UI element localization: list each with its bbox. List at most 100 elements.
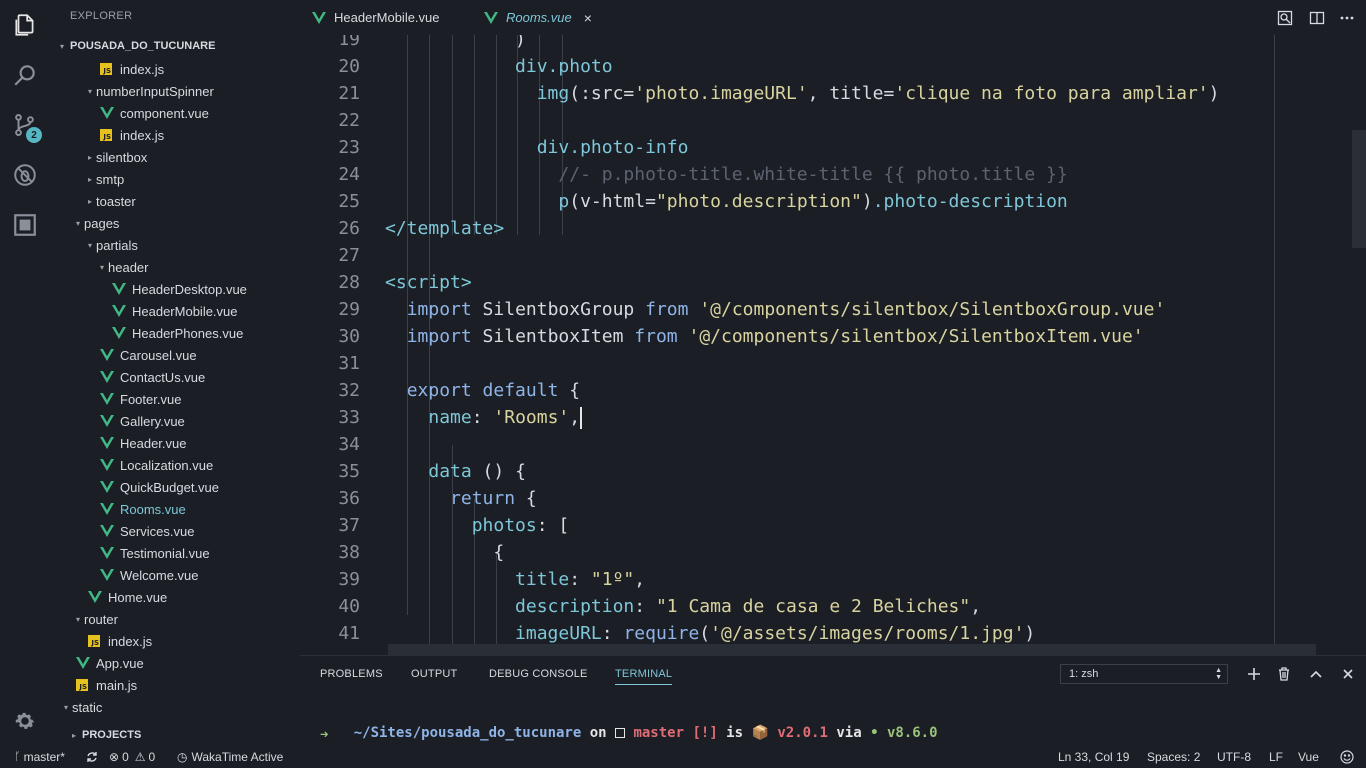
tree-file[interactable]: App.vue	[50, 652, 300, 674]
vue-file-icon	[88, 591, 102, 603]
code-text: )	[385, 35, 526, 53]
chevron-up-icon[interactable]	[1306, 664, 1326, 684]
tree-file[interactable]: JS index.js	[50, 58, 300, 80]
tree-file[interactable]: QuickBudget.vue	[50, 476, 300, 498]
code-line: 34	[300, 431, 1300, 458]
tree-file[interactable]: JS index.js	[50, 124, 300, 146]
tree-folder[interactable]: ▾ static	[50, 696, 300, 718]
code-token: (:src=	[569, 83, 635, 104]
tree-folder[interactable]: ▾ router	[50, 608, 300, 630]
code-line: 33 name: 'Rooms',	[300, 404, 1300, 431]
cursor-position[interactable]: Ln 33, Col 19	[1058, 746, 1129, 768]
git-branch-status[interactable]: ᚴ master*	[14, 746, 65, 768]
problems-status[interactable]: ⊗ 0 ⚠ 0	[109, 746, 155, 768]
tab-problems[interactable]: PROBLEMS	[320, 656, 383, 691]
split-editor-icon[interactable]	[1307, 8, 1327, 28]
chevron-down-icon: ▾	[75, 614, 80, 624]
source-control-icon[interactable]: 2	[0, 100, 50, 150]
tree-file[interactable]: Services.vue	[50, 520, 300, 542]
debug-icon[interactable]	[0, 150, 50, 200]
horizontal-scrollbar[interactable]	[388, 644, 1316, 655]
clock-icon: ◷	[177, 750, 188, 764]
code-line: 25 p(v-html="photo.description").photo-d…	[300, 188, 1300, 215]
tab-debug-console[interactable]: DEBUG CONSOLE	[489, 656, 588, 691]
open-preview-icon[interactable]	[1275, 8, 1295, 28]
tree-folder[interactable]: ▾ pages	[50, 212, 300, 234]
tree-file[interactable]: Localization.vue	[50, 454, 300, 476]
tree-file[interactable]: HeaderMobile.vue	[50, 300, 300, 322]
code-line: 41 imageURL: require('@/assets/images/ro…	[300, 620, 1300, 647]
tree-file[interactable]: component.vue	[50, 102, 300, 124]
tree-file[interactable]: Welcome.vue	[50, 564, 300, 586]
extensions-icon[interactable]	[0, 200, 50, 250]
explorer-icon[interactable]	[0, 0, 50, 50]
code-line: 32 export default {	[300, 377, 1300, 404]
smiley-feedback-icon[interactable]	[1340, 746, 1354, 768]
terminal-branch: master	[625, 725, 685, 741]
new-terminal-icon[interactable]	[1244, 664, 1264, 684]
tree-item-label: toaster	[96, 193, 136, 209]
tab-headermobile[interactable]: HeaderMobile.vue	[312, 0, 440, 35]
close-panel-icon[interactable]	[1338, 664, 1358, 684]
code-token: title	[515, 569, 570, 590]
code-text: description: "1 Cama de casa e 2 Beliche…	[385, 593, 981, 620]
tree-item-label: Rooms.vue	[120, 501, 186, 517]
code-token: ,	[970, 596, 982, 617]
vue-file-icon	[100, 525, 114, 537]
code-text: export default {	[385, 377, 580, 404]
js-file-icon: JS	[88, 635, 100, 647]
tree-folder[interactable]: ▸ silentbox	[50, 146, 300, 168]
tree-file[interactable]: Gallery.vue	[50, 410, 300, 432]
terminal-select-value: 1: zsh	[1069, 668, 1099, 680]
tree-file[interactable]: Rooms.vue	[50, 498, 300, 520]
code-token: data	[428, 461, 472, 482]
more-actions-icon[interactable]	[1337, 8, 1357, 28]
tree-file[interactable]: JS index.js	[50, 630, 300, 652]
tree-file[interactable]: Header.vue	[50, 432, 300, 454]
code-token: div.photo-info	[536, 137, 689, 158]
tree-folder[interactable]: ▾ numberInputSpinner	[50, 80, 300, 102]
wakatime-label: WakaTime Active	[191, 750, 284, 764]
tree-file[interactable]: ContactUs.vue	[50, 366, 300, 388]
code-editor[interactable]: 19 ) 20 div.photo 21 img(:src='photo.image…	[300, 35, 1366, 655]
tree-folder[interactable]: ▸ toaster	[50, 190, 300, 212]
tree-file[interactable]: Testimonial.vue	[50, 542, 300, 564]
tree-file[interactable]: JS main.js	[50, 674, 300, 696]
code-text: p(v-html="photo.description").photo-desc…	[385, 188, 1067, 215]
language-mode[interactable]: Vue	[1298, 746, 1319, 768]
tab-output[interactable]: OUTPUT	[411, 656, 457, 691]
code-token: "photo.description"	[655, 191, 862, 212]
tree-file[interactable]: Footer.vue	[50, 388, 300, 410]
settings-gear-icon[interactable]	[0, 696, 50, 746]
js-file-icon: JS	[100, 63, 112, 75]
wakatime-status[interactable]: ◷ WakaTime Active	[177, 746, 283, 768]
terminal-select[interactable]: 1: zsh ▲ ▼	[1060, 664, 1228, 684]
code-line: 36 return {	[300, 485, 1300, 512]
tree-file[interactable]: Home.vue	[50, 586, 300, 608]
tree-folder[interactable]: ▾ header	[50, 256, 300, 278]
tree-root-folder[interactable]: ▾ POUSADA_DO_TUCUNARE	[50, 35, 300, 57]
tab-terminal[interactable]: TERMINAL	[615, 656, 673, 691]
trash-icon[interactable]	[1274, 664, 1294, 684]
terminal-node-version: v8.6.0	[878, 725, 938, 741]
tree-folder[interactable]: ▸ smtp	[50, 168, 300, 190]
text-cursor	[580, 407, 583, 429]
tree-file[interactable]: HeaderDesktop.vue	[50, 278, 300, 300]
tab-rooms[interactable]: Rooms.vue ×	[484, 0, 592, 35]
close-icon[interactable]: ×	[584, 10, 592, 26]
chevron-right-icon: ▸	[87, 196, 92, 206]
sync-icon[interactable]	[86, 746, 98, 768]
projects-section[interactable]: ▸ PROJECTS	[50, 724, 300, 746]
eol-status[interactable]: LF	[1269, 746, 1283, 768]
search-icon[interactable]	[0, 50, 50, 100]
chevron-down-icon: ▾	[75, 218, 80, 228]
indentation-status[interactable]: Spaces: 2	[1147, 746, 1200, 768]
code-token: (v-html=	[569, 191, 656, 212]
vertical-scrollbar[interactable]	[1352, 130, 1366, 248]
encoding-status[interactable]: UTF-8	[1217, 746, 1251, 768]
vue-file-icon	[112, 327, 126, 339]
code-line: 28 <script>	[300, 269, 1300, 296]
tree-file[interactable]: Carousel.vue	[50, 344, 300, 366]
tree-folder[interactable]: ▾ partials	[50, 234, 300, 256]
tree-file[interactable]: HeaderPhones.vue	[50, 322, 300, 344]
